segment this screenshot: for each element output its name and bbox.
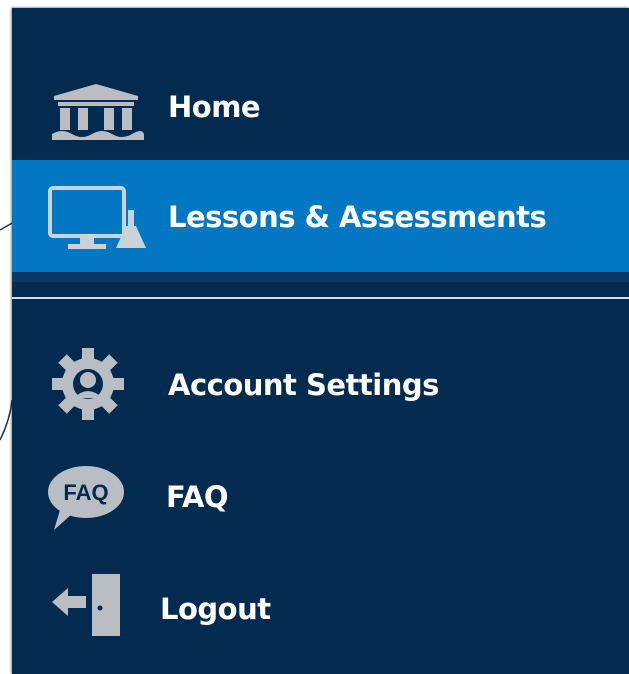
- sidebar-item-home[interactable]: Home: [12, 64, 629, 156]
- sidebar-item-label: FAQ: [166, 480, 229, 514]
- active-item-shadow: [12, 272, 629, 282]
- museum-building-icon: [52, 84, 144, 140]
- sidebar-item-lessons-assessments[interactable]: Lessons & Assessments: [12, 160, 629, 272]
- menu-divider: [12, 297, 629, 299]
- sidebar-item-label: Account Settings: [168, 368, 439, 402]
- sidebar-menu: Home Lessons & Assessments Account Setti…: [12, 8, 629, 674]
- sidebar-item-label: Logout: [160, 592, 271, 626]
- sidebar-item-label: Lessons & Assessments: [168, 200, 547, 234]
- sidebar-item-logout[interactable]: Logout: [12, 558, 629, 654]
- sidebar-item-faq[interactable]: FAQ FAQ: [12, 448, 629, 540]
- faq-speech-bubble-icon: FAQ: [48, 466, 124, 530]
- sidebar-item-account-settings[interactable]: Account Settings: [12, 334, 629, 430]
- exit-door-arrow-icon: [52, 574, 120, 636]
- sidebar-item-label: Home: [168, 90, 261, 124]
- gear-user-icon: [52, 348, 124, 420]
- faq-icon-text: FAQ: [63, 480, 108, 505]
- computer-flask-icon: [48, 186, 146, 249]
